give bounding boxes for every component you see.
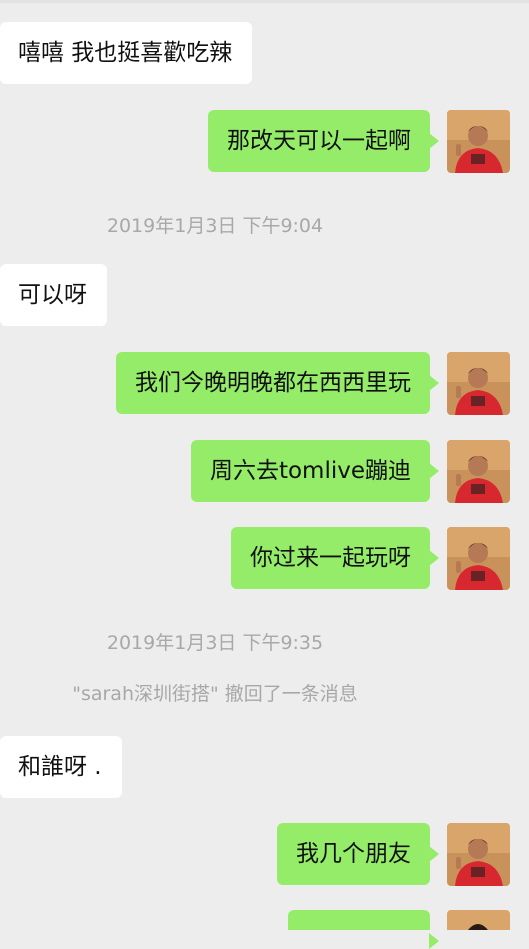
avatar-photo-icon xyxy=(447,110,510,173)
user-avatar[interactable] xyxy=(447,527,510,590)
user-avatar[interactable] xyxy=(447,910,510,930)
message-timestamp: 2019年1月3日 下午9:35 xyxy=(106,632,324,654)
avatar-photo-icon xyxy=(447,910,510,930)
avatar-photo-icon xyxy=(447,823,510,886)
outgoing-message-bubble[interactable]: 我们今晚明晚都在西西里玩 xyxy=(116,352,439,414)
incoming-message-bubble[interactable]: 嘻嘻 我也挺喜歡吃辣 xyxy=(0,22,253,84)
message-recalled-notice: "sarah深圳街搭" 撤回了一条消息 xyxy=(72,683,358,705)
user-avatar[interactable] xyxy=(447,823,510,886)
chat-message-list[interactable]: 嘻嘻 我也挺喜歡吃辣 那改天可以一起啊 2019年1月3日 下午9:04 可以呀… xyxy=(0,0,529,949)
incoming-message-bubble[interactable]: 可以呀 xyxy=(0,264,107,326)
message-timestamp: 2019年1月3日 下午9:04 xyxy=(106,215,324,237)
user-avatar[interactable] xyxy=(447,110,510,173)
outgoing-message-bubble[interactable]: 我几个朋友 xyxy=(277,823,439,885)
avatar-photo-icon xyxy=(447,527,510,590)
message-text: 周六去tomlive蹦迪 xyxy=(209,458,411,484)
message-text: 我们今晚明晚都在西西里玩 xyxy=(135,370,411,396)
message-text: 你过来一起玩呀 xyxy=(250,545,411,571)
incoming-message-bubble[interactable]: 和誰呀 . xyxy=(0,736,122,798)
outgoing-message-bubble[interactable]: 那改天可以一起啊 xyxy=(208,110,439,172)
user-avatar[interactable] xyxy=(447,352,510,415)
message-text: 可以呀 xyxy=(18,282,87,308)
avatar-photo-icon xyxy=(447,440,510,503)
message-text: 嘻嘻 我也挺喜歡吃辣 xyxy=(18,40,233,66)
user-avatar[interactable] xyxy=(447,440,510,503)
message-text: 那改天可以一起啊 xyxy=(227,128,411,154)
avatar-photo-icon xyxy=(447,352,510,415)
outgoing-message-bubble[interactable]: 你过来一起玩呀 xyxy=(231,527,439,589)
message-text: 我几个朋友 xyxy=(296,841,411,867)
outgoing-message-bubble[interactable]: 周六去tomlive蹦迪 xyxy=(190,440,440,502)
message-text: 和誰呀 . xyxy=(18,754,102,780)
outgoing-message-bubble[interactable] xyxy=(288,910,439,949)
